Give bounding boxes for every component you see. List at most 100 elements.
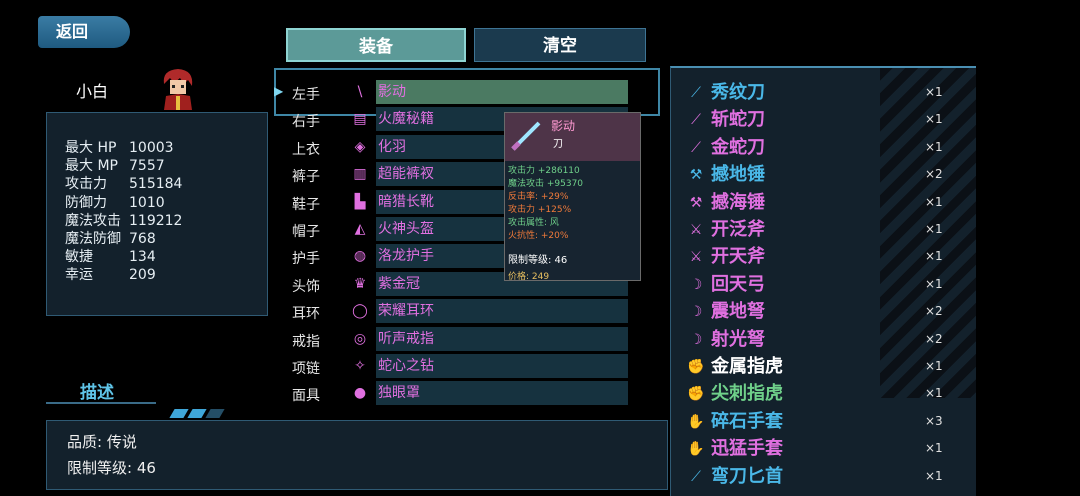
crown-icon: ♛	[353, 275, 367, 292]
description-quality: 品质: 传说	[67, 433, 137, 451]
ring-icon: ◎	[353, 330, 367, 347]
bow-icon: ☽	[689, 276, 703, 293]
inventory-item-count: ×1	[925, 194, 943, 209]
inventory-item[interactable]: ✋ 碎石手套 ×3	[671, 409, 976, 435]
equipment-slot-row[interactable]: 耳环 ◯ 荣耀耳环	[288, 299, 628, 324]
inventory-item[interactable]: ⟋ 秀纹刀 ×1	[671, 80, 976, 106]
slot-item-name[interactable]: 蛇心之钻	[376, 354, 628, 378]
inventory-item[interactable]: ☽ 回天弓 ×1	[671, 272, 976, 298]
necklace-icon: ✧	[354, 358, 366, 374]
stat-label: 魔法防御	[65, 231, 121, 247]
inventory-item-name: 开泛斧	[711, 219, 765, 240]
equipment-slot-row[interactable]: 戒指 ◎ 听声戒指	[288, 326, 628, 352]
pants-icon: ▥	[353, 166, 367, 183]
equipment-slot-row[interactable]: 面具 ● 独眼罩	[288, 381, 628, 406]
slot-item-name[interactable]: 影动	[376, 80, 628, 104]
inventory-item[interactable]: ✋ 迅猛手套 ×1	[671, 436, 976, 462]
item-tooltip: 影动 刀 攻击力 +286110 魔法攻击 +95370 反击率: +29% 攻击力 …	[504, 112, 641, 282]
inventory-item-count: ×2	[925, 304, 943, 319]
slot-label: 鞋子	[292, 196, 320, 213]
tab-clear[interactable]: 清空	[474, 28, 646, 62]
tooltip-attribute: 攻击力 +125%	[508, 205, 572, 215]
stat-label: 魔法攻击	[65, 212, 121, 229]
inventory-panel: ⟋ 秀纹刀 ×1 ⟋ 斩蛇刀 ×1 ⟋ 金蛇刀 ×1 ⚒ 撼地锤 ×2 ⚒ 撼海锤 ×1 ⚔ 开泛斧 ×1 ⚔ 开天斧…	[670, 66, 976, 496]
stat-row: 魔法防御 768	[65, 230, 156, 248]
inventory-item[interactable]: ⚒ 撼地锤 ×2	[671, 162, 976, 188]
inventory-item-count: ×3	[925, 413, 943, 428]
character-avatar	[158, 66, 198, 110]
stat-value: 134	[129, 249, 156, 266]
tooltip-name: 影动	[551, 119, 576, 133]
tooltip-attribute: 魔法攻击 +95370	[508, 179, 584, 189]
slot-label: 裤子	[292, 169, 320, 186]
inventory-item-count: ×1	[925, 468, 943, 483]
stat-value: 209	[129, 267, 156, 284]
equipment-slot-row[interactable]: 左手 \ 影动	[288, 80, 628, 105]
stat-value: 10003	[129, 140, 174, 156]
inventory-item-name: 斩蛇刀	[711, 109, 765, 131]
stat-row: 攻击力 515184	[65, 175, 182, 193]
inventory-item-count: ×1	[925, 139, 943, 154]
inventory-item[interactable]: ☽ 射光弩 ×2	[671, 327, 976, 353]
inventory-item[interactable]: ✊ 尖刺指虎 ×1	[671, 381, 976, 407]
tooltip-header: 影动 刀	[505, 113, 640, 161]
stat-value: 515184	[129, 176, 183, 193]
slot-item-name[interactable]: 荣耀耳环	[376, 299, 628, 324]
slot-item-name[interactable]: 独眼罩	[376, 381, 628, 406]
stat-label: 防御力	[65, 194, 107, 211]
dagger-icon: ⟋	[691, 468, 701, 485]
description-panel: 品质: 传说 限制等级: 46	[46, 420, 668, 490]
inventory-item-count: ×1	[925, 276, 943, 291]
slot-label: 项链	[292, 361, 320, 377]
inventory-item[interactable]: ⟋ 斩蛇刀 ×1	[671, 107, 976, 133]
glove-icon: ✋	[687, 441, 705, 458]
stat-value: 119212	[129, 212, 183, 229]
inventory-item-count: ×1	[925, 249, 943, 264]
sword-icon: ⟋	[691, 112, 701, 129]
blade-icon	[509, 119, 543, 153]
slot-label: 护手	[292, 251, 320, 268]
inventory-item[interactable]: ☽ 震地弩 ×2	[671, 299, 976, 325]
blade-icon: \	[357, 84, 363, 100]
selection-arrow-icon: ▶	[274, 84, 284, 98]
slot-label: 右手	[292, 114, 320, 131]
description-divider	[46, 402, 156, 404]
description-title: 描述	[80, 383, 114, 403]
inventory-item[interactable]: ⟋ 金蛇刀 ×1	[671, 135, 976, 161]
eyepatch-icon: ●	[353, 385, 367, 402]
inventory-item-name: 回天弓	[711, 273, 765, 295]
inventory-item[interactable]: ⚔ 开天斧 ×1	[671, 244, 976, 270]
sword-icon: ⟋	[691, 139, 701, 156]
crossbow-icon: ☽	[689, 331, 703, 348]
inventory-item-name: 射光弩	[711, 328, 765, 350]
stats-panel: 最大 HP 10003 最大 MP 7557 攻击力 515184 防御力 1010 魔法攻击 1…	[46, 112, 268, 316]
character-name: 小白	[76, 82, 109, 101]
axe-icon: ⚔	[689, 249, 703, 266]
slot-label: 耳环	[292, 306, 320, 323]
slot-label: 戒指	[292, 333, 320, 350]
stat-label: 敏捷	[65, 249, 93, 266]
tooltip-limit: 限制等级: 46	[508, 255, 568, 266]
inventory-item-name: 震地弩	[711, 301, 765, 323]
inventory-item-name: 撼地锤	[711, 164, 765, 186]
tab-equip[interactable]: 装备	[286, 28, 466, 62]
slot-label: 帽子	[292, 224, 320, 240]
inventory-item[interactable]: ✊ 金属指虎 ×1	[671, 354, 976, 380]
inventory-item-name: 秀纹刀	[711, 82, 765, 103]
back-button[interactable]: 返回	[38, 16, 130, 48]
stat-value: 7557	[129, 158, 165, 175]
tooltip-attribute: 攻击属性: 风	[508, 218, 559, 228]
inventory-item-count: ×1	[925, 85, 943, 99]
stat-label: 最大 HP	[65, 140, 117, 156]
inventory-item-count: ×1	[925, 386, 943, 401]
inventory-item-count: ×1	[925, 359, 943, 373]
inventory-item[interactable]: ⚒ 撼海锤 ×1	[671, 190, 976, 216]
stat-value: 768	[129, 231, 156, 247]
equipment-slot-row[interactable]: 项链 ✧ 蛇心之钻	[288, 354, 628, 379]
book-icon: ▤	[353, 111, 367, 128]
slot-item-name[interactable]: 听声戒指	[376, 326, 628, 351]
stat-row: 防御力 1010	[65, 194, 165, 212]
axe-icon: ⚔	[689, 222, 703, 238]
tooltip-type: 刀	[553, 139, 563, 150]
inventory-item[interactable]: ⚔ 开泛斧 ×1	[671, 217, 976, 243]
